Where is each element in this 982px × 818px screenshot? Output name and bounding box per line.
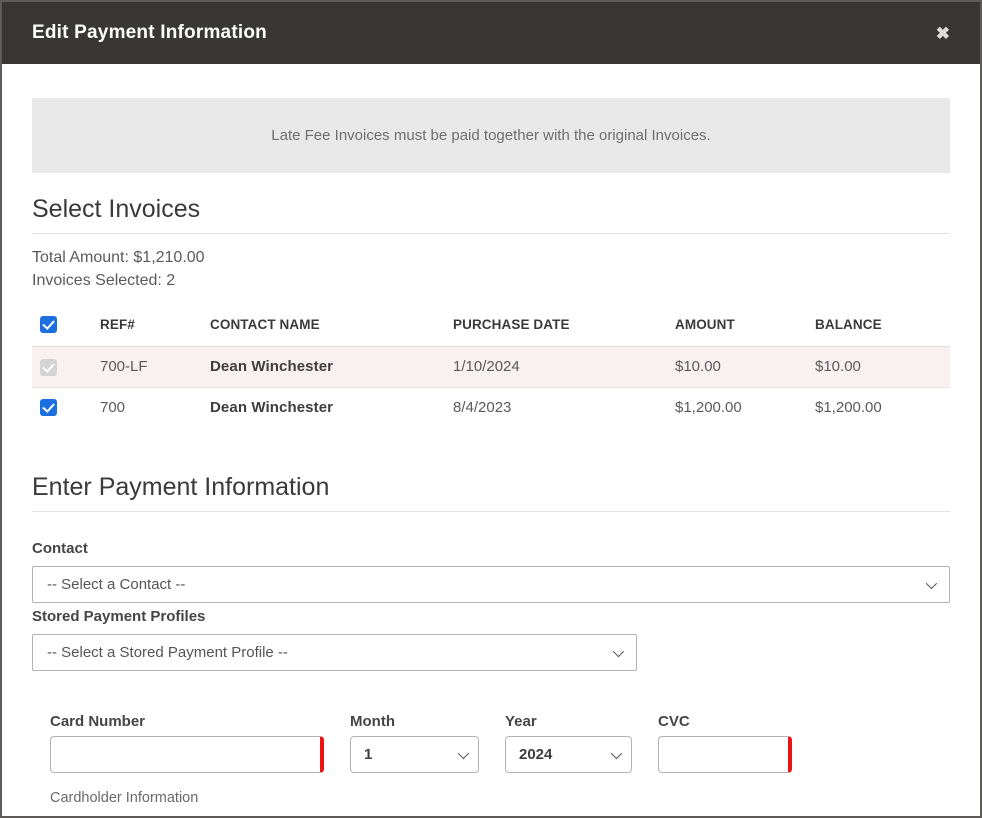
column-header-ref: REF# xyxy=(92,306,202,347)
invoice-table: REF# CONTACT NAME PURCHASE DATE AMOUNT B… xyxy=(32,306,950,427)
modal-body: Late Fee Invoices must be paid together … xyxy=(2,64,980,818)
purchase-date-cell: 8/4/2023 xyxy=(445,387,667,427)
invoice-table-header-row: REF# CONTACT NAME PURCHASE DATE AMOUNT B… xyxy=(32,306,950,347)
chevron-down-icon xyxy=(458,747,469,758)
modal-header: Edit Payment Information ✖ xyxy=(2,2,980,64)
edit-payment-modal: Edit Payment Information ✖ Late Fee Invo… xyxy=(0,0,982,818)
cvc-input[interactable] xyxy=(658,736,792,773)
card-details-section: Card Number Month 1 Year 2024 xyxy=(32,713,950,818)
select-invoices-heading: Select Invoices xyxy=(32,195,950,234)
year-select[interactable]: 2024 xyxy=(505,736,632,773)
cardholder-information-label: Cardholder Information xyxy=(50,790,950,806)
invoice-totals: Total Amount: $1,210.00 Invoices Selecte… xyxy=(32,246,950,292)
contact-name-cell: Dean Winchester xyxy=(210,358,333,375)
enter-payment-heading: Enter Payment Information xyxy=(32,473,950,512)
notice-text: Late Fee Invoices must be paid together … xyxy=(271,127,710,144)
balance-cell: $1,200.00 xyxy=(807,387,950,427)
contact-label: Contact xyxy=(32,540,950,557)
total-amount-text: Total Amount: $1,210.00 xyxy=(32,246,950,269)
column-header-purchase-date: PURCHASE DATE xyxy=(445,306,667,347)
month-select[interactable]: 1 xyxy=(350,736,479,773)
month-select-value: 1 xyxy=(364,746,372,763)
ref-cell: 700 xyxy=(92,387,202,427)
invoice-checkbox[interactable] xyxy=(40,399,57,416)
column-header-contact-name: CONTACT NAME xyxy=(202,306,445,347)
purchase-date-cell: 1/10/2024 xyxy=(445,347,667,388)
card-number-input[interactable] xyxy=(50,736,324,773)
chevron-down-icon xyxy=(613,645,624,656)
stored-profiles-label: Stored Payment Profiles xyxy=(32,608,950,625)
amount-cell: $10.00 xyxy=(667,347,807,388)
invoices-selected-text: Invoices Selected: 2 xyxy=(32,269,950,292)
chevron-down-icon xyxy=(611,747,622,758)
select-all-checkbox[interactable] xyxy=(40,316,57,333)
notice-banner: Late Fee Invoices must be paid together … xyxy=(32,98,950,173)
month-label: Month xyxy=(350,713,479,730)
year-label: Year xyxy=(505,713,632,730)
column-header-balance: BALANCE xyxy=(807,306,950,347)
chevron-down-icon xyxy=(926,577,937,588)
stored-profiles-select[interactable]: -- Select a Stored Payment Profile -- xyxy=(32,634,637,671)
contact-name-cell: Dean Winchester xyxy=(210,399,333,416)
cvc-label: CVC xyxy=(658,713,792,730)
column-header-amount: AMOUNT xyxy=(667,306,807,347)
close-icon[interactable]: ✖ xyxy=(936,25,950,42)
stored-profiles-select-value: -- Select a Stored Payment Profile -- xyxy=(47,644,288,661)
amount-cell: $1,200.00 xyxy=(667,387,807,427)
table-row: 700 Dean Winchester 8/4/2023 $1,200.00 $… xyxy=(32,387,950,427)
year-select-value: 2024 xyxy=(519,746,552,763)
modal-title: Edit Payment Information xyxy=(32,22,267,44)
card-number-label: Card Number xyxy=(50,713,324,730)
balance-cell: $10.00 xyxy=(807,347,950,388)
invoice-checkbox-disabled xyxy=(40,359,57,376)
table-row: 700-LF Dean Winchester 1/10/2024 $10.00 … xyxy=(32,347,950,388)
contact-select-value: -- Select a Contact -- xyxy=(47,576,185,593)
contact-select[interactable]: -- Select a Contact -- xyxy=(32,566,950,603)
ref-cell: 700-LF xyxy=(92,347,202,388)
